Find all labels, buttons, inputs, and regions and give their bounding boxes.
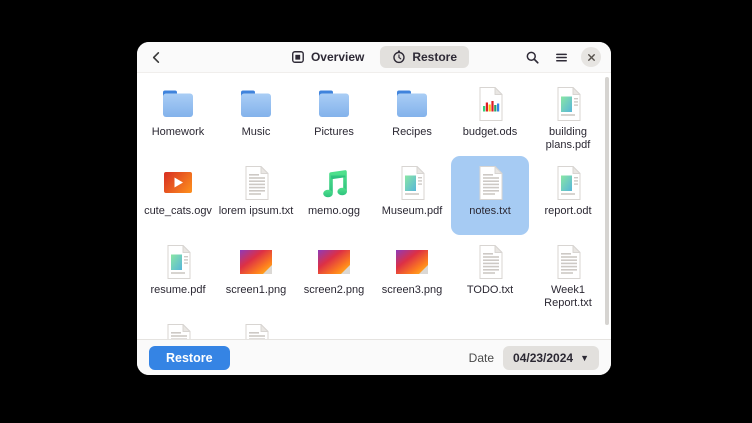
- text-icon: [470, 242, 510, 282]
- caret-down-icon: ▼: [580, 353, 589, 363]
- header-bar: Overview Restore: [137, 42, 611, 73]
- tab-overview-label: Overview: [311, 50, 364, 64]
- doc-image-icon: [548, 84, 588, 124]
- file-label: building plans.pdf: [530, 126, 606, 152]
- doc-image-icon: [392, 163, 432, 203]
- file-label: Pictures: [314, 126, 354, 139]
- text-icon: [236, 321, 276, 339]
- text-icon: [548, 242, 588, 282]
- file-label: Museum.pdf: [382, 205, 443, 218]
- file-item[interactable]: screen2.png: [295, 235, 373, 314]
- file-label: Recipes: [392, 126, 432, 139]
- close-icon: [586, 52, 597, 63]
- tab-overview[interactable]: Overview: [279, 46, 376, 68]
- video-icon: [158, 163, 198, 203]
- file-item[interactable]: Week1 Report.txt: [529, 235, 607, 314]
- file-item[interactable]: Music: [217, 77, 295, 156]
- file-label: resume.pdf: [150, 284, 205, 297]
- file-item[interactable]: screen3.png: [373, 235, 451, 314]
- text-icon: [470, 163, 510, 203]
- file-grid: Homework Music Pictures Recipes budget.ods bu…: [137, 73, 611, 339]
- file-label: Week1 Report.txt: [530, 284, 606, 310]
- folder-icon: [158, 84, 198, 124]
- file-label: Music: [242, 126, 271, 139]
- file-label: report.odt: [544, 205, 591, 218]
- file-label: lorem ipsum.txt: [219, 205, 294, 218]
- file-label: screen2.png: [304, 284, 365, 297]
- folder-icon: [236, 84, 276, 124]
- search-button[interactable]: [523, 48, 542, 67]
- date-picker: Date 04/23/2024 ▼: [469, 346, 599, 370]
- file-item[interactable]: Pictures: [295, 77, 373, 156]
- file-item[interactable]: building plans.pdf: [529, 77, 607, 156]
- date-dropdown[interactable]: 04/23/2024 ▼: [503, 346, 599, 370]
- view-switcher: Overview Restore: [279, 46, 469, 68]
- tab-restore[interactable]: Restore: [380, 46, 469, 68]
- text-icon: [236, 163, 276, 203]
- audio-icon: [314, 163, 354, 203]
- file-label: screen1.png: [226, 284, 287, 297]
- file-item[interactable]: Homework: [139, 77, 217, 156]
- file-item[interactable]: cute_cats.ogv: [139, 156, 217, 235]
- image-icon: [392, 242, 432, 282]
- chevron-left-icon: [149, 50, 164, 65]
- scrollbar[interactable]: [605, 77, 609, 325]
- action-bar: Restore Date 04/23/2024 ▼: [137, 339, 611, 375]
- file-item[interactable]: Recipes: [373, 77, 451, 156]
- spreadsheet-icon: [470, 84, 510, 124]
- clock-icon: [392, 50, 406, 64]
- hamburger-menu-icon: [554, 50, 569, 65]
- image-icon: [314, 242, 354, 282]
- file-item[interactable]: budget.ods: [451, 77, 529, 156]
- doc-image-icon: [548, 163, 588, 203]
- file-label: notes.txt: [469, 205, 511, 218]
- file-item[interactable]: Museum.pdf: [373, 156, 451, 235]
- header-actions: [523, 47, 601, 67]
- doc-image-icon: [158, 242, 198, 282]
- backups-restore-window: Overview Restore Homework Music Pictures Re…: [137, 42, 611, 375]
- file-item[interactable]: report.odt: [529, 156, 607, 235]
- back-button[interactable]: [147, 48, 166, 67]
- text-icon: [158, 321, 198, 339]
- overview-icon: [291, 50, 305, 64]
- file-item[interactable]: TODO.txt: [451, 235, 529, 314]
- file-item[interactable]: lorem ipsum.txt: [217, 156, 295, 235]
- folder-icon: [314, 84, 354, 124]
- date-label: Date: [469, 351, 494, 365]
- date-value: 04/23/2024: [513, 351, 573, 365]
- file-label: screen3.png: [382, 284, 443, 297]
- search-icon: [525, 50, 540, 65]
- tab-restore-label: Restore: [412, 50, 457, 64]
- file-item[interactable]: memo.ogg: [295, 156, 373, 235]
- menu-button[interactable]: [552, 48, 571, 67]
- image-icon: [236, 242, 276, 282]
- restore-button[interactable]: Restore: [149, 346, 230, 370]
- file-item[interactable]: notes.txt: [451, 156, 529, 235]
- close-button[interactable]: [581, 47, 601, 67]
- file-item[interactable]: [217, 314, 295, 339]
- file-label: budget.ods: [463, 126, 517, 139]
- file-label: cute_cats.ogv: [144, 205, 212, 218]
- file-item[interactable]: resume.pdf: [139, 235, 217, 314]
- folder-icon: [392, 84, 432, 124]
- file-label: Homework: [152, 126, 205, 139]
- file-label: TODO.txt: [467, 284, 513, 297]
- file-label: memo.ogg: [308, 205, 360, 218]
- file-item[interactable]: [139, 314, 217, 339]
- file-item[interactable]: screen1.png: [217, 235, 295, 314]
